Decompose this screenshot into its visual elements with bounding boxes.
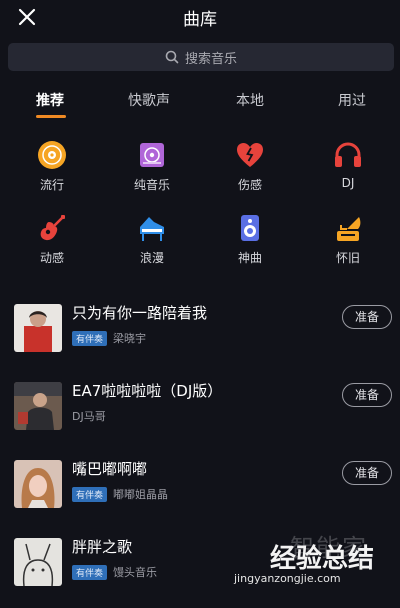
search-icon <box>165 50 179 64</box>
guitar-icon <box>40 215 65 241</box>
song-row[interactable]: 嘴巴嘟啊嘟 有伴奏 嘟嘟姐晶晶 准备 <box>0 452 400 530</box>
song-meta: 有伴奏 梁晓宇 <box>72 330 146 346</box>
song-meta: DJ马哥 <box>72 408 106 424</box>
gramophone-icon <box>337 217 361 241</box>
tab-kuaigesheng[interactable]: 快歌声 <box>128 90 170 110</box>
album-cover <box>14 382 62 430</box>
prepare-button[interactable]: 准备 <box>342 305 392 329</box>
watermark-url: jingyanzongjie.com <box>234 572 341 585</box>
accompaniment-badge: 有伴奏 <box>72 564 108 580</box>
tab-recommend[interactable]: 推荐 <box>36 90 64 110</box>
artist-name: DJ马哥 <box>72 410 106 423</box>
tab-bar: 推荐 快歌声 本地 用过 <box>0 82 400 122</box>
category-pure-music[interactable]: 纯音乐 <box>117 140 187 193</box>
music-album-icon <box>140 143 164 167</box>
song-title: 只为有你一路陪着我 <box>72 304 208 322</box>
search-placeholder: 搜索音乐 <box>184 51 237 67</box>
header: 曲库 <box>0 0 400 34</box>
category-hit[interactable]: 神曲 <box>215 213 285 266</box>
tab-used[interactable]: 用过 <box>338 90 366 110</box>
category-sad[interactable]: 伤感 <box>215 140 285 193</box>
category-label: 神曲 <box>237 251 262 265</box>
song-title: 嘴巴嘟啊嘟 <box>72 460 148 478</box>
accompaniment-badge: 有伴奏 <box>72 486 108 502</box>
tab-local[interactable]: 本地 <box>236 90 264 110</box>
song-meta: 有伴奏 嘟嘟姐晶晶 <box>72 486 168 502</box>
category-label: 动感 <box>39 251 64 265</box>
album-cover <box>14 460 62 508</box>
page-title: 曲库 <box>183 10 217 30</box>
category-dynamic[interactable]: 动感 <box>17 213 87 266</box>
vinyl-record-icon <box>38 141 66 169</box>
prepare-button[interactable]: 准备 <box>342 383 392 407</box>
song-title: EA7啦啦啦啦（DJ版） <box>72 382 223 400</box>
artist-name: 馒头音乐 <box>113 566 158 579</box>
active-tab-indicator <box>36 115 66 118</box>
accompaniment-badge: 有伴奏 <box>72 330 108 346</box>
search-bar[interactable]: 搜索音乐 <box>8 43 394 71</box>
category-label: 流行 <box>39 178 64 192</box>
song-row[interactable]: 只为有你一路陪着我 有伴奏 梁晓宇 准备 <box>0 296 400 374</box>
piano-icon <box>140 217 164 241</box>
category-label: 浪漫 <box>139 251 164 265</box>
album-cover <box>14 538 62 586</box>
song-row[interactable]: EA7啦啦啦啦（DJ版） DJ马哥 准备 <box>0 374 400 452</box>
watermark-title: 经验总结 <box>270 544 375 574</box>
broken-heart-icon <box>237 143 263 167</box>
speaker-icon <box>241 215 259 241</box>
artist-name: 梁晓宇 <box>113 332 147 345</box>
headphones-icon <box>335 142 361 167</box>
prepare-button[interactable]: 准备 <box>342 461 392 485</box>
category-label: DJ <box>341 176 355 190</box>
category-label: 怀旧 <box>335 251 360 265</box>
song-title: 胖胖之歌 <box>72 538 133 556</box>
category-romantic[interactable]: 浪漫 <box>117 213 187 266</box>
album-cover <box>14 304 62 352</box>
category-nostalgic[interactable]: 怀旧 <box>313 213 383 266</box>
category-label: 伤感 <box>237 178 262 192</box>
artist-name: 嘟嘟姐晶晶 <box>113 488 169 501</box>
category-dj[interactable]: DJ <box>313 140 383 190</box>
category-label: 纯音乐 <box>133 178 170 192</box>
category-pop[interactable]: 流行 <box>17 140 87 193</box>
song-meta: 有伴奏 馒头音乐 <box>72 564 157 580</box>
